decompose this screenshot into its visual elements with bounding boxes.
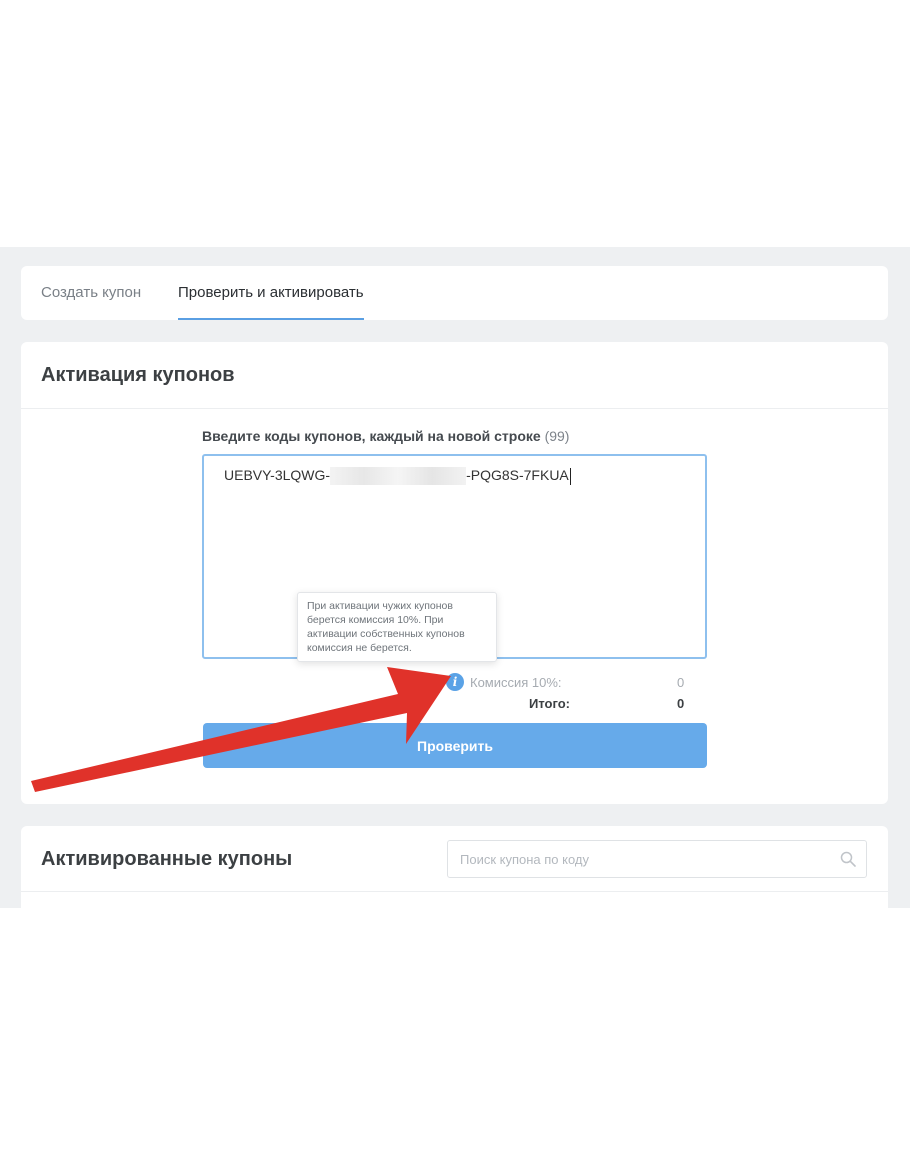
codes-field-label-text: Введите коды купонов, каждый на новой ст…: [202, 428, 541, 444]
search-input[interactable]: [448, 841, 828, 877]
tab-check-activate[interactable]: Проверить и активировать: [178, 266, 364, 320]
coupon-search[interactable]: [447, 840, 867, 878]
codes-field-label: Введите коды купонов, каждый на новой ст…: [202, 428, 569, 444]
text-caret: [569, 467, 571, 485]
app-area: Создать купон Проверить и активировать А…: [0, 247, 910, 908]
commission-tooltip: При активации чужих купонов берется коми…: [297, 592, 497, 662]
tab-create-coupon[interactable]: Создать купон: [41, 266, 141, 320]
code-start: UEBVY-3LQWG-: [224, 467, 331, 483]
activated-coupons-card: Активированные купоны: [21, 826, 888, 908]
commission-label: Комиссия 10%:: [470, 675, 562, 690]
code-end: -PQG8S-7FKUA: [466, 467, 569, 483]
activation-title: Активация купонов: [21, 342, 888, 409]
total-value: 0: [677, 696, 685, 711]
code-redacted-blur: [330, 467, 467, 486]
search-icon[interactable]: [840, 851, 856, 867]
info-icon[interactable]: i: [446, 673, 464, 691]
check-button[interactable]: Проверить: [203, 723, 707, 768]
total-label: Итого:: [529, 696, 570, 711]
tab-bar: Создать купон Проверить и активировать: [21, 266, 888, 320]
codes-count: (99): [544, 428, 570, 444]
activation-card: Активация купонов Введите коды купонов, …: [21, 342, 888, 804]
code-line: UEBVY-3LQWG- -PQG8S-7FKUA: [224, 467, 571, 486]
commission-value: 0: [677, 675, 685, 690]
